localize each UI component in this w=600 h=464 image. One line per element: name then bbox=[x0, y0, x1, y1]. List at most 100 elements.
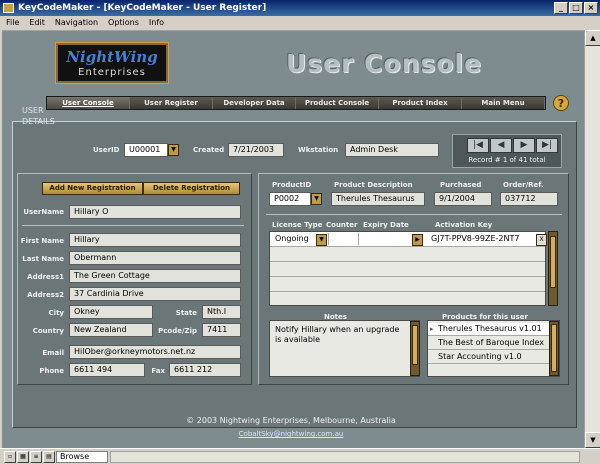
vertical-scrollbar[interactable]: ▲ ▼ bbox=[584, 30, 600, 448]
address1-field[interactable]: The Green Cottage bbox=[69, 269, 241, 283]
window-controls: _ □ × bbox=[554, 2, 598, 14]
license-row[interactable]: Ongoing ▼ ▶ GJ7T-PPV8-99ZE-2NT7 X bbox=[270, 232, 547, 247]
menu-navigation[interactable]: Navigation bbox=[55, 16, 98, 30]
created-label: Created bbox=[193, 146, 225, 154]
minimize-button[interactable]: _ bbox=[554, 2, 568, 14]
menu-file[interactable]: File bbox=[6, 16, 19, 30]
user-details-label: USER DETAILS bbox=[22, 106, 55, 126]
productid-label: ProductID bbox=[272, 181, 312, 189]
license-row[interactable] bbox=[270, 262, 545, 277]
userid-dropdown-icon[interactable]: ▼ bbox=[168, 144, 179, 156]
record-navigator: |◀ ◀ ▶ ▶| Record # 1 of 41 total bbox=[452, 134, 562, 168]
view-form-icon[interactable]: ▤ bbox=[43, 451, 55, 463]
order-ref-label: Order/Ref. bbox=[503, 181, 544, 189]
menu-bar: File Edit Navigation Options Info bbox=[0, 16, 600, 30]
nav-user-register[interactable]: User Register bbox=[130, 97, 213, 109]
product-description-label: Product Description bbox=[334, 181, 413, 189]
notes-scroll-thumb[interactable] bbox=[412, 325, 418, 365]
scroll-up-icon[interactable]: ▲ bbox=[585, 30, 600, 46]
prev-record-icon[interactable]: ◀ bbox=[490, 138, 512, 153]
products-scrollbar[interactable] bbox=[549, 321, 559, 376]
notes-scrollbar[interactable] bbox=[410, 321, 420, 376]
products-scroll-thumb[interactable] bbox=[551, 324, 557, 372]
notes-textarea[interactable]: Notify Hillary when an upgrade is availa… bbox=[269, 320, 420, 377]
nav-bar: User Console User Register Developer Dat… bbox=[46, 96, 546, 110]
menu-options[interactable]: Options bbox=[108, 16, 139, 30]
license-type-dropdown-icon[interactable]: ▼ bbox=[316, 234, 327, 246]
last-record-icon[interactable]: ▶| bbox=[536, 138, 558, 153]
country-label: Country bbox=[32, 327, 64, 335]
nav-main-menu[interactable]: Main Menu bbox=[462, 97, 545, 109]
license-grid: Ongoing ▼ ▶ GJ7T-PPV8-99ZE-2NT7 X bbox=[269, 231, 547, 306]
city-label: City bbox=[48, 309, 64, 317]
mode-select[interactable]: Browse bbox=[56, 451, 108, 463]
view-grid-icon[interactable]: ▦ bbox=[17, 451, 29, 463]
wkstation-label: Wkstation bbox=[298, 146, 339, 154]
nav-product-index[interactable]: Product Index bbox=[379, 97, 462, 109]
order-ref-field[interactable]: 037712 bbox=[500, 192, 558, 206]
first-name-field[interactable]: Hillary bbox=[69, 233, 241, 247]
address2-field[interactable]: 37 Cardinia Drive bbox=[69, 287, 241, 301]
title-bar: KeyCodeMaker - [KeyCodeMaker - User Regi… bbox=[0, 0, 600, 16]
productid-dropdown-icon[interactable]: ▼ bbox=[311, 193, 322, 205]
created-field[interactable]: 7/21/2003 bbox=[228, 143, 284, 157]
expiry-date-header: Expiry Date bbox=[363, 221, 409, 229]
license-type-cell[interactable]: Ongoing bbox=[272, 233, 316, 245]
delete-license-icon[interactable]: X bbox=[536, 234, 547, 246]
product-divider bbox=[266, 214, 562, 215]
productid-field[interactable]: P0002 bbox=[269, 192, 311, 206]
state-label: State bbox=[175, 309, 197, 317]
license-scroll-thumb[interactable] bbox=[550, 236, 556, 288]
country-field[interactable]: New Zealand bbox=[69, 323, 153, 337]
contact-email-link[interactable]: CobaltSky@nightwing.com.au bbox=[0, 430, 582, 438]
delete-registration-button[interactable]: Delete Registration bbox=[143, 182, 240, 195]
license-scrollbar[interactable] bbox=[548, 231, 558, 306]
scroll-down-icon[interactable]: ▼ bbox=[585, 432, 600, 448]
help-icon[interactable]: ? bbox=[553, 95, 569, 111]
view-normal-icon[interactable]: ▫ bbox=[4, 451, 16, 463]
activation-key-cell[interactable]: GJ7T-PPV8-99ZE-2NT7 bbox=[428, 233, 533, 245]
userid-field[interactable]: U00001 bbox=[124, 143, 168, 157]
list-item[interactable]: Therules Thesaurus v1.01 bbox=[428, 323, 549, 336]
counter-header: Counter bbox=[326, 221, 358, 229]
fax-label: Fax bbox=[151, 367, 165, 375]
expiry-date-picker-icon[interactable]: ▶ bbox=[412, 234, 423, 246]
list-item[interactable]: Star Accounting v1.0 bbox=[428, 351, 549, 364]
menu-edit[interactable]: Edit bbox=[29, 16, 45, 30]
username-field[interactable]: Hillary O bbox=[69, 205, 241, 219]
divider bbox=[22, 225, 244, 226]
logo-line2: Enterprises bbox=[78, 67, 146, 78]
horizontal-scrollbar[interactable] bbox=[110, 451, 580, 463]
add-registration-button[interactable]: Add New Registration bbox=[42, 182, 143, 195]
purchased-label: Purchased bbox=[440, 181, 482, 189]
next-record-icon[interactable]: ▶ bbox=[513, 138, 535, 153]
expiry-date-cell[interactable] bbox=[358, 233, 410, 245]
address1-label: Address1 bbox=[27, 273, 64, 281]
first-record-icon[interactable]: |◀ bbox=[467, 138, 489, 153]
product-description-field[interactable]: Therules Thesaurus bbox=[331, 192, 425, 206]
last-name-field[interactable]: Obermann bbox=[69, 251, 241, 265]
nav-developer-data[interactable]: Developer Data bbox=[213, 97, 296, 109]
status-bar: ▫ ▦ ≡ ▤ Browse bbox=[0, 448, 600, 464]
menu-info[interactable]: Info bbox=[149, 16, 164, 30]
pcode-label: Pcode/Zip bbox=[158, 327, 197, 335]
close-button[interactable]: × bbox=[584, 2, 598, 14]
license-row[interactable] bbox=[270, 247, 545, 262]
fax-field[interactable]: 6611 212 bbox=[169, 363, 241, 377]
nav-product-console[interactable]: Product Console bbox=[296, 97, 379, 109]
activation-key-header: Activation Key bbox=[435, 221, 493, 229]
counter-cell[interactable] bbox=[328, 233, 358, 245]
city-field[interactable]: Okney bbox=[69, 305, 153, 319]
license-row[interactable] bbox=[270, 277, 545, 292]
username-label: UserName bbox=[23, 208, 64, 216]
phone-field[interactable]: 6611 494 bbox=[69, 363, 145, 377]
purchased-field[interactable]: 9/1/2004 bbox=[434, 192, 492, 206]
email-field[interactable]: HilOber@orkneymotors.net.nz bbox=[69, 345, 241, 359]
list-item[interactable]: The Best of Baroque Index bbox=[428, 337, 549, 350]
view-list-icon[interactable]: ≡ bbox=[30, 451, 42, 463]
wkstation-field[interactable]: Admin Desk bbox=[345, 143, 439, 157]
maximize-button[interactable]: □ bbox=[569, 2, 583, 14]
pcode-field[interactable]: 7411 bbox=[202, 323, 241, 337]
notes-text: Notify Hillary when an upgrade is availa… bbox=[275, 325, 400, 344]
state-field[interactable]: Nth.I bbox=[202, 305, 241, 319]
